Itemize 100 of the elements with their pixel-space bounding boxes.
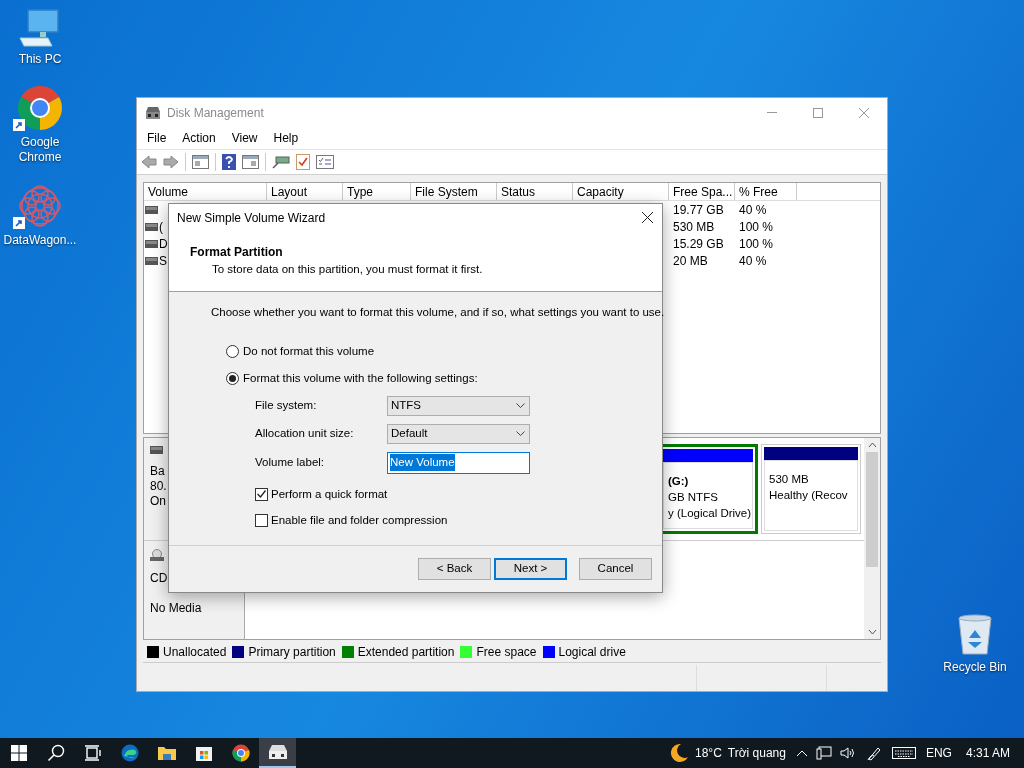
table-cell-text: 100 %	[738, 235, 775, 253]
disk-label-text: Ba	[150, 464, 166, 479]
field-label: Volume label:	[255, 455, 326, 471]
disk-label-text: On	[150, 494, 167, 509]
help-icon[interactable]	[222, 154, 236, 170]
menu-item[interactable]: File	[139, 129, 175, 147]
partition-text: (G:)	[668, 474, 690, 489]
minimize-icon	[767, 112, 777, 113]
desktop-icon-label[interactable]: Recycle Bin	[943, 660, 1007, 675]
weather-text[interactable]: Trời quang	[727, 744, 786, 762]
column-header[interactable]: Type	[343, 183, 411, 200]
table-cell-text: 40 %	[738, 201, 768, 219]
menu-item[interactable]: View	[223, 129, 266, 147]
radio-button[interactable]	[226, 371, 239, 385]
desktop-icon-label[interactable]: DataWagon...	[3, 233, 77, 248]
table-cell-text: (	[159, 218, 163, 236]
dropdown[interactable]: Default	[387, 423, 530, 444]
speaker-icon[interactable]	[839, 746, 856, 760]
input-field[interactable]: New Volume	[387, 451, 530, 474]
table-cell-text: D	[159, 235, 168, 253]
checkbox[interactable]	[255, 514, 268, 528]
dropdown[interactable]: NTFS	[387, 395, 530, 416]
column-header[interactable]: Status	[497, 183, 573, 200]
window-title: Disk Management	[167, 104, 264, 122]
forward-arrow-icon[interactable]	[163, 155, 179, 169]
checklist-icon[interactable]	[316, 155, 334, 169]
close-icon	[859, 107, 869, 118]
back-arrow-icon[interactable]	[141, 155, 157, 169]
table-cell-text: 15.29 GB	[672, 235, 725, 253]
drive-icon	[145, 256, 158, 265]
panel-icon[interactable]	[192, 155, 209, 169]
folder-icon	[156, 745, 177, 761]
dialog-button[interactable]: Next >	[494, 558, 567, 580]
moon-icon	[669, 743, 689, 763]
temperature-text[interactable]: 18°C	[695, 744, 722, 762]
chevron-down-icon	[516, 430, 525, 437]
search-icon	[46, 744, 65, 762]
chevron-down-icon	[516, 402, 525, 409]
partition-block[interactable]: 530 MB Healthy (Recov	[761, 444, 861, 534]
computer-icon	[18, 8, 62, 48]
flower-pattern-icon	[17, 183, 63, 229]
radio-button[interactable]	[226, 345, 239, 359]
table-cell-text: 20 MB	[672, 252, 709, 270]
disk-connect-icon[interactable]	[272, 155, 290, 169]
radio-option[interactable]: Do not format this volume	[226, 343, 662, 361]
table-cell-text: 40 %	[738, 252, 768, 270]
column-header[interactable]: Volume	[144, 183, 267, 200]
field-label: File system:	[255, 398, 318, 414]
scrollbar-thumb[interactable]	[866, 452, 878, 567]
menu-item[interactable]: Action	[174, 129, 224, 147]
disk-management-icon	[145, 105, 161, 120]
chrome-logo-icon	[17, 85, 63, 131]
language-indicator[interactable]: ENG	[925, 744, 952, 762]
menu-item[interactable]: Help	[265, 129, 307, 147]
column-header[interactable]: Capacity	[573, 183, 669, 200]
page-subheading: To store data on this partition, you must format it first.	[211, 262, 484, 277]
table-cell-text: 100 %	[738, 218, 775, 236]
keyboard-icon[interactable]	[891, 747, 916, 759]
clock-text[interactable]: 4:31 AM	[965, 744, 1010, 762]
drive-icon	[145, 205, 158, 214]
partition-text: GB NTFS	[668, 490, 719, 505]
dialog-button[interactable]: < Back	[418, 558, 491, 580]
desktop-icon-label[interactable]: This PC	[18, 52, 62, 67]
store-bag-icon	[194, 744, 213, 762]
legend-label: Primary partition	[248, 644, 336, 661]
column-header[interactable]: File System	[411, 183, 497, 200]
drive-icon	[145, 239, 158, 248]
task-view-icon	[83, 745, 102, 761]
caret-up-icon[interactable]	[795, 749, 808, 757]
desktop-icon-label[interactable]: Google Chrome	[0, 135, 80, 165]
windows-logo-icon	[10, 745, 27, 761]
page-heading: Format Partition	[190, 244, 284, 261]
partition-text: Healthy (Recov	[769, 488, 849, 503]
close-icon	[641, 212, 653, 223]
drive-icon	[145, 222, 158, 231]
check-document-icon[interactable]	[296, 154, 310, 170]
instruction-text: Choose whether you want to format this volume, and if so, what settings you want to use.	[211, 305, 662, 320]
dialog-button[interactable]: Cancel	[579, 558, 652, 580]
vertical-scrollbar[interactable]	[864, 438, 880, 639]
column-header[interactable]: Layout	[267, 183, 343, 200]
legend-label: Extended partition	[357, 644, 455, 661]
network-icon[interactable]	[815, 746, 832, 760]
maximize-icon	[813, 107, 823, 118]
disk-label-text: CD	[150, 571, 169, 586]
column-header[interactable]: Free Spa...	[669, 183, 735, 200]
table-cell-text: S	[159, 252, 167, 270]
taskbar-app-button[interactable]	[259, 738, 296, 768]
disk-management-icon	[267, 744, 288, 760]
edge-logo-icon	[120, 744, 139, 762]
legend-label: Unallocated	[163, 644, 227, 661]
legend-label: Free space	[476, 644, 537, 661]
checkbox[interactable]	[255, 487, 268, 501]
pen-icon[interactable]	[865, 745, 882, 761]
cd-drive-icon	[150, 549, 164, 561]
panel-icon[interactable]	[242, 155, 259, 169]
drive-icon	[150, 446, 163, 454]
radio-option[interactable]: Format this volume with the following settings:	[226, 369, 662, 387]
dialog-title: New Simple Volume Wizard	[177, 209, 326, 227]
legend-label: Logical drive	[558, 644, 626, 661]
column-header[interactable]: % Free	[735, 183, 797, 200]
